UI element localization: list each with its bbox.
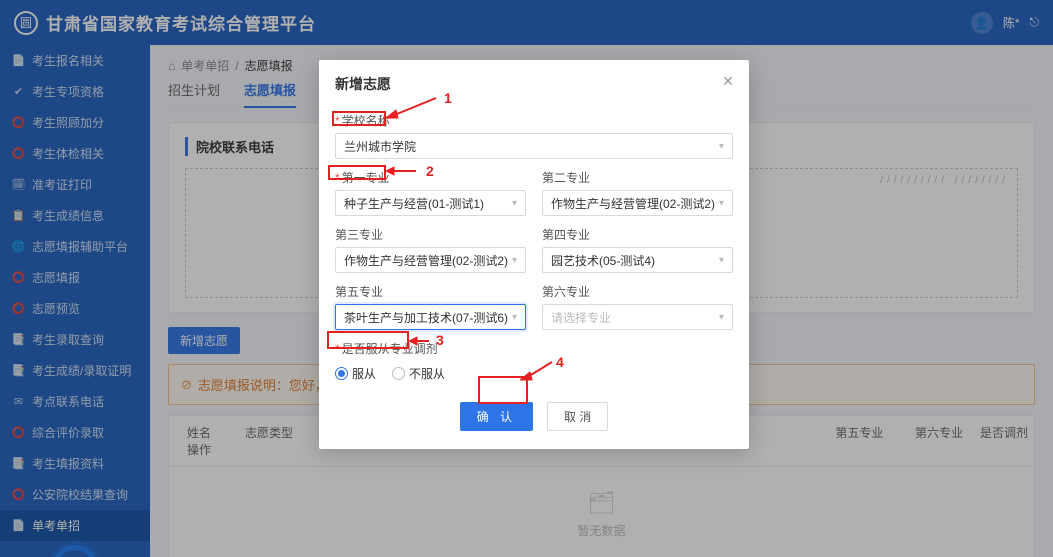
chevron-down-icon: ▾	[719, 198, 724, 209]
school-select-value: 兰州城市学院	[344, 138, 416, 155]
field-m6-label: 第六专业	[542, 283, 733, 300]
chevron-down-icon: ▾	[719, 312, 724, 323]
major2-value: 作物生产与经营管理(02-测试2)	[551, 195, 715, 212]
field-m2-label: 第二专业	[542, 169, 733, 186]
school-select[interactable]: 兰州城市学院 ▾	[335, 133, 733, 159]
anno-arrow-1	[386, 96, 446, 120]
major5-value: 茶叶生产与加工技术(07-测试6)	[344, 309, 508, 326]
anno-label-2: 2	[426, 163, 434, 179]
radio-obey-yes[interactable]: 服从	[335, 365, 376, 382]
anno-label-3: 3	[436, 332, 444, 348]
major4-select[interactable]: 园艺技术(05-测试4) ▾	[542, 247, 733, 273]
anno-label-4: 4	[556, 354, 564, 370]
major3-value: 作物生产与经营管理(02-测试2)	[344, 252, 508, 269]
modal: ✕ 新增志愿 *学校名称 兰州城市学院 ▾ *第一专业 种子生产与经营(01-测…	[319, 60, 749, 449]
chevron-down-icon: ▾	[512, 255, 517, 266]
major3-select[interactable]: 作物生产与经营管理(02-测试2) ▾	[335, 247, 526, 273]
anno-arrow-2	[386, 166, 424, 176]
major4-value: 园艺技术(05-测试4)	[551, 252, 655, 269]
anno-arrow-3	[409, 336, 435, 346]
modal-title: 新增志愿	[335, 74, 733, 94]
field-obey-label: *是否服从专业调剂	[335, 340, 733, 357]
anno-arrow-4	[520, 360, 560, 382]
major6-placeholder: 请选择专业	[551, 309, 611, 326]
chevron-down-icon: ▾	[719, 141, 724, 152]
anno-label-1: 1	[444, 90, 452, 106]
field-m5-label: 第五专业	[335, 283, 526, 300]
radio-dot-icon	[335, 367, 348, 380]
field-m4-label: 第四专业	[542, 226, 733, 243]
major6-select[interactable]: 请选择专业 ▾	[542, 304, 733, 330]
chevron-down-icon: ▾	[512, 198, 517, 209]
radio-obey-no-label: 不服从	[409, 365, 445, 382]
chevron-down-icon: ▾	[719, 255, 724, 266]
major1-select[interactable]: 种子生产与经营(01-测试1) ▾	[335, 190, 526, 216]
radio-obey-yes-label: 服从	[352, 365, 376, 382]
major5-select[interactable]: 茶叶生产与加工技术(07-测试6) ▾	[335, 304, 526, 330]
major1-value: 种子生产与经营(01-测试1)	[344, 195, 484, 212]
confirm-button[interactable]: 确 认	[460, 402, 533, 431]
radio-dot-icon	[392, 367, 405, 380]
radio-obey-no[interactable]: 不服从	[392, 365, 445, 382]
major2-select[interactable]: 作物生产与经营管理(02-测试2) ▾	[542, 190, 733, 216]
field-m3-label: 第三专业	[335, 226, 526, 243]
chevron-down-icon: ▾	[512, 312, 517, 323]
close-icon[interactable]: ✕	[719, 72, 737, 90]
cancel-button[interactable]: 取 消	[547, 402, 608, 431]
